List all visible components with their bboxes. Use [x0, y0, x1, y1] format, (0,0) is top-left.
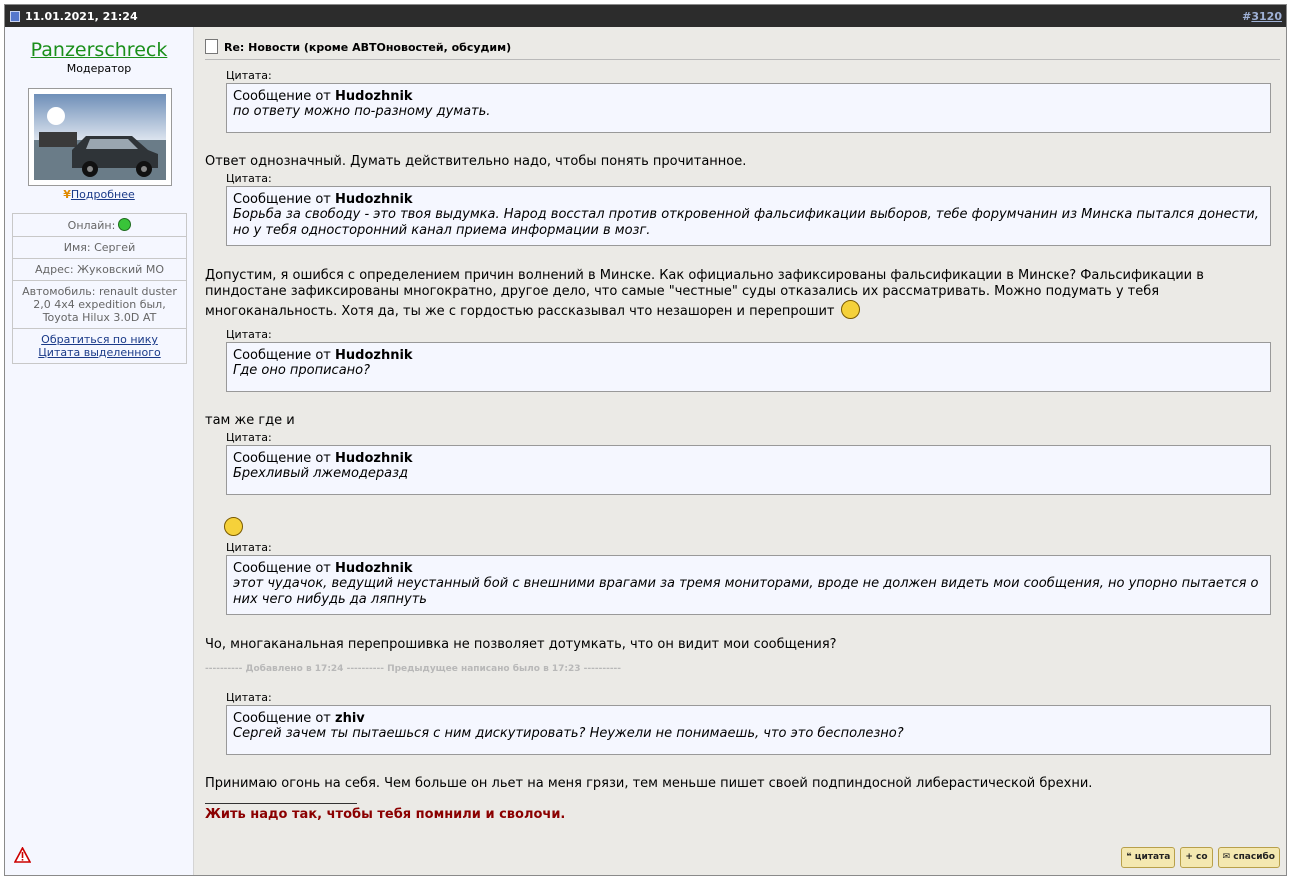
- links-row: Обратиться по нику Цитата выделенного: [13, 329, 186, 363]
- online-status-icon: [118, 218, 132, 231]
- online-row: Онлайн:: [13, 214, 186, 237]
- quote-block: Сообщение от Hudozhnik по ответу можно п…: [226, 83, 1271, 133]
- quote-author: Hudozhnik: [335, 348, 413, 363]
- address-by-nick-link[interactable]: Обратиться по нику: [19, 333, 180, 346]
- quote-text: этот чудачок, ведущий неустанный бой с в…: [233, 576, 1259, 607]
- paragraph: там же где и: [205, 413, 295, 428]
- quote-author: Hudozhnik: [335, 561, 413, 576]
- document-icon: [205, 39, 218, 54]
- added-separator: ---------- Добавлено в 17:24 ---------- …: [205, 664, 622, 674]
- paragraph: Ответ однозначный. Думать действительно …: [205, 154, 747, 169]
- name-row: Имя: Сергей: [13, 237, 186, 259]
- quote-block: Сообщение от Hudozhnik Где оно прописано…: [226, 342, 1271, 392]
- signature-divider: [205, 793, 357, 804]
- quote-text: Сергей зачем ты пытаешься с ним дискутир…: [233, 726, 904, 741]
- user-info-table: Онлайн: Имя: Сергей Адрес: Жуковский МО …: [12, 213, 187, 364]
- post-title: Re: Новости (кроме АВТОновостей, обсудим…: [205, 39, 511, 54]
- laughing-smiley-icon: [224, 517, 1275, 536]
- signature: Жить надо так, чтобы тебя помнили и свол…: [205, 807, 566, 822]
- thanks-button[interactable]: ✉ спасибо: [1217, 847, 1280, 868]
- report-warning-icon[interactable]: [13, 846, 32, 867]
- quote-block: Сообщение от zhiv Сергей зачем ты пытаеш…: [226, 705, 1271, 755]
- post-actions: ❝ цитата + со ✉ спасибо: [1116, 847, 1280, 868]
- address-row: Адрес: Жуковский МО: [13, 259, 186, 281]
- forum-post: 11.01.2021, 21:24 #3120 Panzerschreck Мо…: [4, 4, 1287, 876]
- paragraph: Принимаю огонь на себя. Чем больше он ль…: [205, 776, 1093, 791]
- quote-label: Цитата:: [226, 172, 272, 185]
- post-body: Цитата: Сообщение от Hudozhnik по ответу…: [205, 67, 1275, 822]
- more-info-link[interactable]: Подробнее: [71, 188, 135, 201]
- quote-block: Сообщение от Hudozhnik Брехливый лжемоде…: [226, 445, 1271, 495]
- quote-selected-link[interactable]: Цитата выделенного: [19, 346, 180, 359]
- quote-label: Цитата:: [226, 328, 272, 341]
- quote-text: Где оно прописано?: [233, 363, 371, 378]
- quote-label: Цитата:: [226, 431, 272, 444]
- quote-text: Борьба за свободу - это твоя выдумка. На…: [233, 207, 1259, 238]
- post-number: #3120: [1242, 10, 1282, 23]
- post-number-link[interactable]: 3120: [1251, 10, 1282, 23]
- quote-button[interactable]: ❝ цитата: [1121, 847, 1176, 868]
- post-header: 11.01.2021, 21:24 #3120: [5, 5, 1286, 27]
- quote-block: Сообщение от Hudozhnik этот чудачок, вед…: [226, 555, 1271, 615]
- avatar-image: [34, 94, 166, 180]
- title-divider: [205, 59, 1280, 60]
- quote-label: Цитата:: [226, 691, 272, 704]
- quote-author: Hudozhnik: [335, 451, 413, 466]
- multiquote-button[interactable]: + со: [1180, 847, 1213, 868]
- quote-label: Цитата:: [226, 69, 272, 82]
- paragraph: Допустим, я ошибся с определением причин…: [205, 268, 1204, 319]
- post-icon: [10, 11, 20, 22]
- smiley-icon: [840, 300, 860, 319]
- avatar[interactable]: [28, 88, 172, 186]
- username-link[interactable]: Panzerschreck: [5, 39, 193, 61]
- user-role: Модератор: [66, 62, 132, 75]
- quote-author: Hudozhnik: [335, 192, 413, 207]
- user-sidebar: Panzerschreck Модератор ¥Подробнее Онлай…: [5, 27, 194, 875]
- car-row: Автомобиль: renault duster 2,0 4x4 exped…: [13, 281, 186, 329]
- more-info: ¥Подробнее: [5, 188, 193, 201]
- post-date: 11.01.2021, 21:24: [25, 10, 138, 23]
- quote-author: Hudozhnik: [335, 89, 413, 104]
- quote-author: zhiv: [335, 711, 365, 726]
- quote-label: Цитата:: [226, 541, 272, 554]
- quote-block: Сообщение от Hudozhnik Борьба за свободу…: [226, 186, 1271, 246]
- post-content: Re: Новости (кроме АВТОновостей, обсудим…: [200, 27, 1286, 875]
- chevron-down-icon: ¥: [63, 188, 71, 201]
- quote-text: по ответу можно по-разному думать.: [233, 104, 491, 119]
- paragraph: Чо, многаканальная перепрошивка не позво…: [205, 637, 837, 652]
- quote-text: Брехливый лжемодеразд: [233, 466, 409, 481]
